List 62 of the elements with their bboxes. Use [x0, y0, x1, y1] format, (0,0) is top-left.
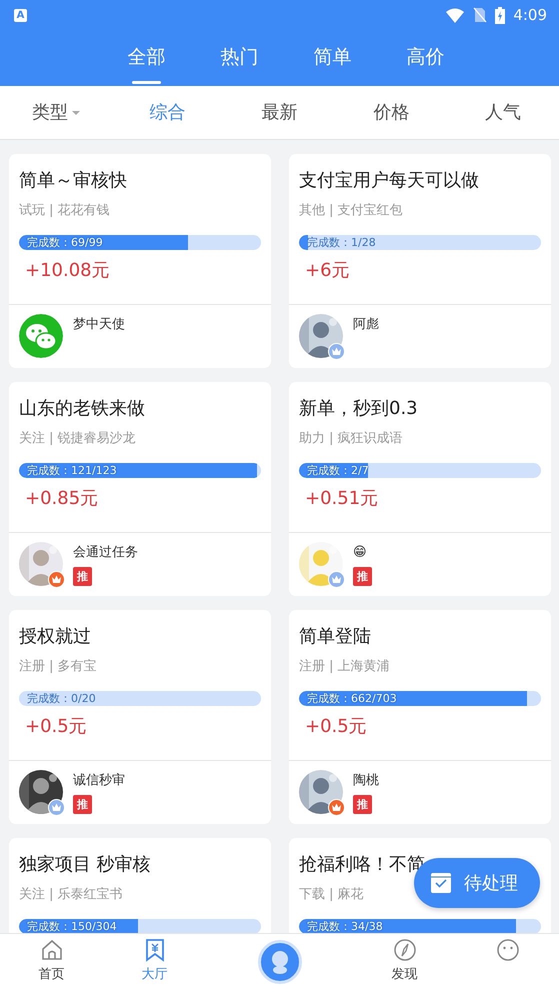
profile-button[interactable]: [258, 940, 302, 984]
wifi-icon: [445, 7, 466, 23]
checklist-icon: [430, 872, 452, 894]
task-title: 支付宝用户每天可以做: [299, 169, 480, 193]
progress-text: 完成数：121/123: [27, 463, 117, 478]
task-title: 简单登陆: [299, 625, 372, 649]
smiley-icon: [496, 938, 520, 962]
user-name: 会通过任务: [73, 544, 138, 562]
battery-icon: [495, 6, 506, 24]
nav-tab[interactable]: 发现: [353, 934, 456, 995]
progress-text: 完成数：69/99: [27, 235, 103, 250]
home-icon: [40, 938, 64, 962]
task-category: 其他 | 支付宝红包: [299, 202, 404, 220]
reward-amount: +0.5元: [305, 715, 368, 739]
reward-amount: +10.08元: [25, 259, 111, 283]
user-name: 😁: [353, 544, 368, 562]
nav-tab[interactable]: 首页: [0, 934, 103, 995]
task-card[interactable]: 简单～审核快 试玩 | 花花有钱 完成数：69/99 +10.08元 梦中天使: [9, 154, 271, 368]
progress-text: 完成数：34/38: [307, 919, 383, 933]
task-title: 山东的老铁来做: [19, 397, 146, 421]
user-name: 阿彪: [353, 316, 379, 334]
notification-icon: A: [14, 8, 27, 22]
progress-text: 完成数：0/20: [27, 691, 96, 706]
task-category: 试玩 | 花花有钱: [19, 202, 111, 220]
reward-amount: +6元: [305, 259, 351, 283]
task-title: 授权就过: [19, 625, 92, 649]
recommend-tag: 推: [353, 795, 372, 814]
user-name: 梦中天使: [73, 316, 125, 334]
task-card[interactable]: 独家项目 秒审核 关注 | 乐泰红宝书 完成数：150/304: [9, 838, 271, 933]
task-title: 简单～审核快: [19, 169, 128, 193]
task-category: 助力 | 疯狂识成语: [299, 430, 404, 448]
task-category: 关注 | 锐捷睿易沙龙: [19, 430, 137, 448]
recommend-tag: 推: [73, 795, 92, 814]
recommend-tag: 推: [73, 567, 92, 586]
sort-tab[interactable]: 人气: [447, 99, 559, 126]
type-dropdown[interactable]: 类型: [0, 99, 112, 126]
task-card[interactable]: 授权就过 注册 | 多有宝 完成数：0/20 +0.5元 诚信秒审 推: [9, 610, 271, 824]
task-title: 独家项目 秒审核: [19, 853, 152, 877]
reward-amount: +0.5元: [25, 715, 88, 739]
task-card[interactable]: 新单，秒到0.3 助力 | 疯狂识成语 完成数：2/7 +0.51元 😁 推: [289, 382, 551, 596]
reward-amount: +0.85元: [25, 487, 100, 511]
sort-tab[interactable]: 价格: [335, 99, 448, 126]
user-name: 陶桃: [353, 772, 379, 790]
sort-tab[interactable]: 最新: [224, 99, 336, 126]
task-category: 下载 | 麻花: [299, 886, 365, 904]
progress-text: 完成数：2/7: [307, 463, 369, 478]
no-sim-icon: [473, 7, 488, 23]
clock-text: 4:09: [513, 4, 547, 26]
task-category: 注册 | 上海黄浦: [299, 658, 391, 676]
task-card[interactable]: 山东的老铁来做 关注 | 锐捷睿易沙龙 完成数：121/123 +0.85元 会通过任务 推: [9, 382, 271, 596]
task-category: 关注 | 乐泰红宝书: [19, 886, 124, 904]
reward-amount: +0.51元: [305, 487, 380, 511]
compass-icon: [392, 938, 416, 962]
task-category: 注册 | 多有宝: [19, 658, 98, 676]
progress-text: 完成数：150/304: [27, 919, 117, 933]
task-card[interactable]: 简单登陆 注册 | 上海黄浦 完成数：662/703 +0.5元 陶桃 推: [289, 610, 551, 824]
bookmark-yuan-icon: [144, 938, 166, 962]
task-title: 新单，秒到0.3: [299, 397, 419, 421]
user-name: 诚信秒审: [73, 772, 125, 790]
progress-text: 完成数：662/703: [307, 691, 397, 706]
recommend-tag: 推: [353, 567, 372, 586]
caret-icon: [72, 110, 80, 114]
